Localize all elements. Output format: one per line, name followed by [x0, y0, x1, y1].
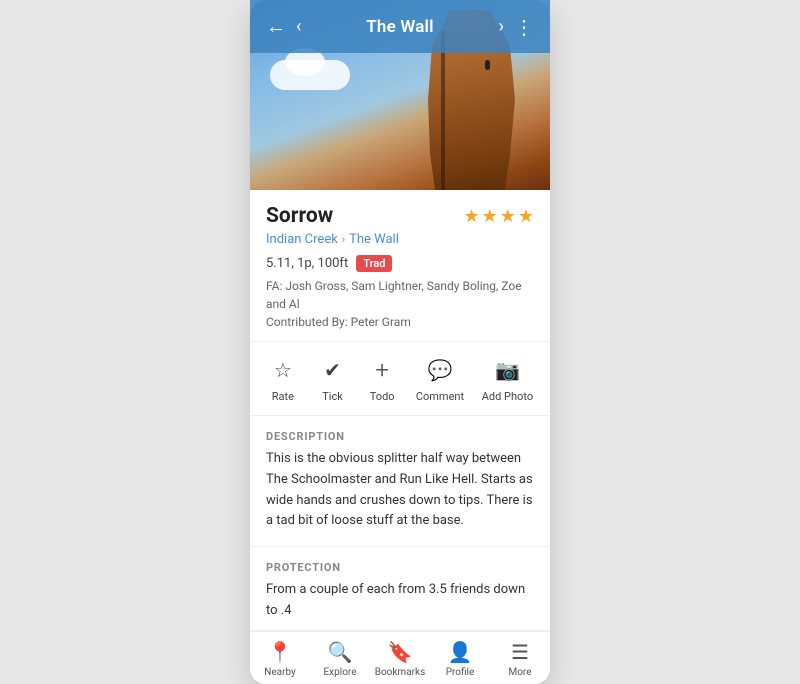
top-bar-left: ← ‹	[266, 14, 301, 39]
todo-action[interactable]: + Todo	[366, 354, 398, 403]
nav-more[interactable]: ☰ More	[490, 640, 550, 678]
star-4: ★	[518, 206, 534, 227]
breadcrumb-separator: ›	[342, 233, 345, 246]
tick-label: Tick	[322, 390, 343, 403]
route-meta: 5.11, 1p, 100ft Trad	[266, 255, 534, 272]
content-area: Sorrow ★ ★ ★ ★ Indian Creek › The Wall 5…	[250, 190, 550, 631]
profile-label: Profile	[446, 667, 475, 678]
description-section: DESCRIPTION This is the obvious splitter…	[250, 416, 550, 547]
nearby-label: Nearby	[264, 667, 296, 678]
nav-explore[interactable]: 🔍 Explore	[310, 640, 370, 678]
prev-button[interactable]: ‹	[296, 16, 301, 37]
add-photo-label: Add Photo	[482, 390, 533, 403]
route-type-badge: Trad	[356, 255, 392, 272]
rate-icon: ☆	[267, 354, 299, 386]
star-1: ★	[463, 206, 479, 227]
action-bar: ☆ Rate ✔ Tick + Todo 💬 Comment 📷 Add Pho…	[250, 342, 550, 416]
phone-frame: ← ‹ The Wall › ⋮ Sorrow ★ ★ ★ ★	[250, 0, 550, 684]
more-nav-icon: ☰	[511, 640, 529, 664]
back-button[interactable]: ←	[266, 14, 286, 39]
breadcrumb-part2[interactable]: The Wall	[349, 232, 399, 247]
description-body: This is the obvious splitter half way be…	[266, 449, 534, 532]
route-title-row: Sorrow ★ ★ ★ ★	[266, 204, 534, 228]
more-nav-label: More	[508, 667, 531, 678]
add-photo-icon: 📷	[491, 354, 523, 386]
rate-action[interactable]: ☆ Rate	[267, 354, 299, 403]
contributed-line: Contributed By: Peter Gram	[266, 313, 534, 331]
add-photo-action[interactable]: 📷 Add Photo	[482, 354, 533, 403]
cloud-shape	[270, 60, 350, 90]
route-fa: FA: Josh Gross, Sam Lightner, Sandy Boli…	[266, 277, 534, 331]
fa-line: FA: Josh Gross, Sam Lightner, Sandy Boli…	[266, 277, 534, 313]
protection-body: From a couple of each from 3.5 friends d…	[266, 580, 534, 622]
nav-bookmarks[interactable]: 🔖 Bookmarks	[370, 640, 430, 678]
breadcrumb: Indian Creek › The Wall	[266, 232, 534, 247]
nearby-icon: 📍	[268, 640, 293, 664]
route-grade-pitch-height: 5.11, 1p, 100ft	[266, 256, 348, 271]
next-button[interactable]: ›	[499, 16, 504, 37]
tick-action[interactable]: ✔ Tick	[317, 354, 349, 403]
bottom-nav: 📍 Nearby 🔍 Explore 🔖 Bookmarks 👤 Profile…	[250, 631, 550, 684]
star-3: ★	[500, 206, 516, 227]
nav-nearby[interactable]: 📍 Nearby	[250, 640, 310, 678]
breadcrumb-part1[interactable]: Indian Creek	[266, 232, 338, 247]
comment-icon: 💬	[424, 354, 456, 386]
star-rating: ★ ★ ★ ★	[463, 206, 534, 227]
star-2: ★	[482, 206, 498, 227]
description-title: DESCRIPTION	[266, 430, 534, 443]
bookmarks-label: Bookmarks	[375, 667, 426, 678]
more-button[interactable]: ⋮	[514, 15, 534, 39]
todo-icon: +	[366, 354, 398, 386]
top-bar: ← ‹ The Wall › ⋮	[250, 0, 550, 53]
tick-icon: ✔	[317, 354, 349, 386]
comment-action[interactable]: 💬 Comment	[416, 354, 464, 403]
explore-label: Explore	[324, 667, 357, 678]
protection-section: PROTECTION From a couple of each from 3.…	[250, 547, 550, 631]
todo-label: Todo	[370, 390, 395, 403]
explore-icon: 🔍	[328, 640, 353, 664]
protection-title: PROTECTION	[266, 561, 534, 574]
route-name: Sorrow	[266, 204, 333, 228]
rate-label: Rate	[272, 390, 294, 403]
comment-label: Comment	[416, 390, 464, 403]
page-title: The Wall	[366, 17, 434, 37]
climber-figure	[485, 60, 490, 70]
rock-crack	[441, 30, 445, 190]
bookmarks-icon: 🔖	[388, 640, 413, 664]
profile-icon: 👤	[448, 640, 473, 664]
route-header: Sorrow ★ ★ ★ ★ Indian Creek › The Wall 5…	[250, 190, 550, 342]
nav-profile[interactable]: 👤 Profile	[430, 640, 490, 678]
top-bar-right: › ⋮	[499, 15, 534, 39]
